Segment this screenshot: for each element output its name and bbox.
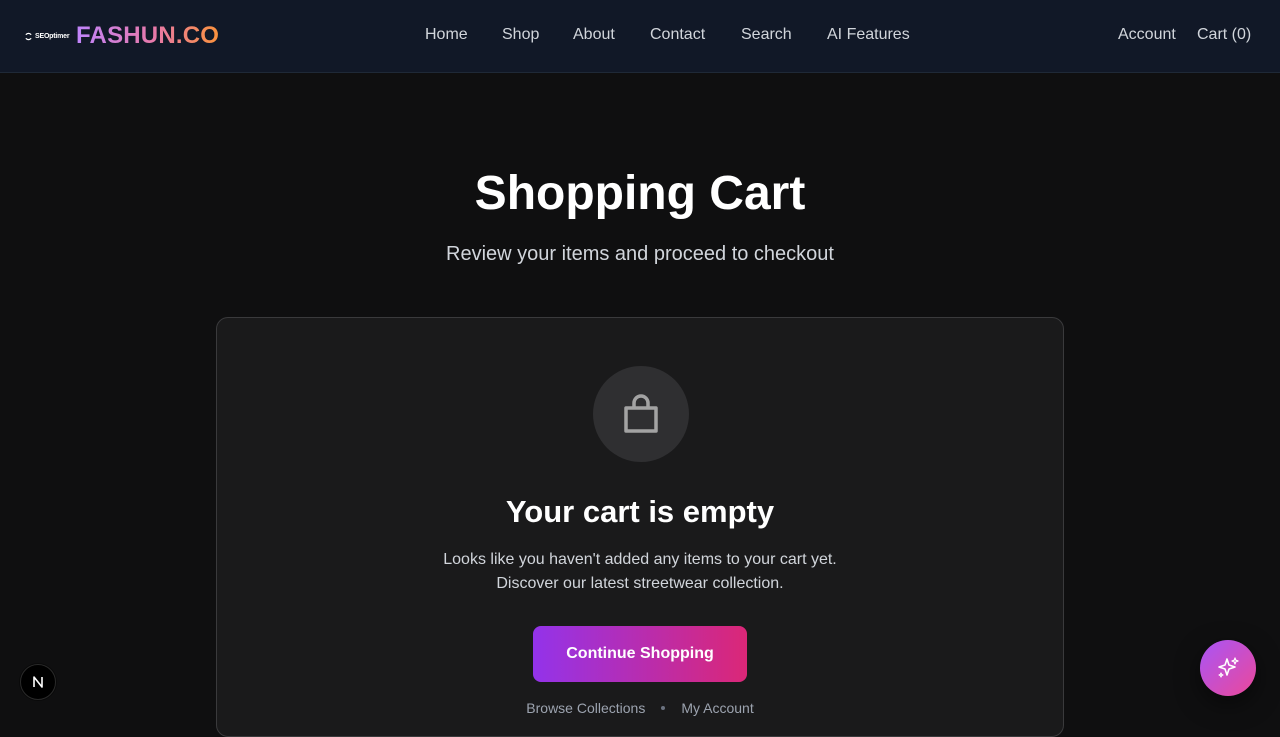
shopping-bag-icon <box>624 394 658 433</box>
seoptimer-logo[interactable]: SEOptimer <box>24 29 70 43</box>
nav-home[interactable]: Home <box>425 26 468 44</box>
shopping-bag-icon-circle <box>593 366 689 462</box>
my-account-link[interactable]: My Account <box>681 700 753 716</box>
empty-cart-desc-line1: Looks like you haven't added any items t… <box>443 551 837 568</box>
account-link[interactable]: Account <box>1118 26 1176 44</box>
cart-link[interactable]: Cart (0) <box>1197 26 1251 44</box>
nav-shop[interactable]: Shop <box>502 26 539 44</box>
nav-about[interactable]: About <box>573 26 615 44</box>
seoptimer-logo-text: SEOptimer <box>35 32 70 40</box>
seoptimer-logo-icon <box>25 32 32 40</box>
continue-shopping-button[interactable]: Continue Shopping <box>533 626 747 682</box>
empty-cart-title: Your cart is empty <box>505 494 775 529</box>
nextjs-n-icon <box>33 676 43 688</box>
site-header: SEOptimer FASHUN.CO Home Shop About Cont… <box>0 0 1280 73</box>
ai-assistant-button[interactable] <box>1200 640 1256 696</box>
sparkles-icon <box>1218 657 1239 678</box>
page-title: Shopping Cart <box>474 167 806 220</box>
page-subtitle: Review your items and proceed to checkou… <box>446 243 834 265</box>
empty-cart-card: Your cart is empty Looks like you haven'… <box>216 317 1064 737</box>
browse-collections-link[interactable]: Browse Collections <box>526 700 645 716</box>
link-separator-dot <box>661 706 666 710</box>
secondary-links: Browse Collections My Account <box>217 700 1063 716</box>
empty-cart-description: Looks like you haven't added any items t… <box>217 548 1063 596</box>
brand-logo[interactable]: FASHUN.CO <box>76 22 219 50</box>
nextjs-dev-badge[interactable] <box>20 664 56 700</box>
nav-contact[interactable]: Contact <box>650 26 705 44</box>
empty-cart-desc-line2: Discover our latest streetwear collectio… <box>496 575 784 592</box>
nav-search[interactable]: Search <box>741 26 792 44</box>
nav-ai-features[interactable]: AI Features <box>827 26 910 44</box>
